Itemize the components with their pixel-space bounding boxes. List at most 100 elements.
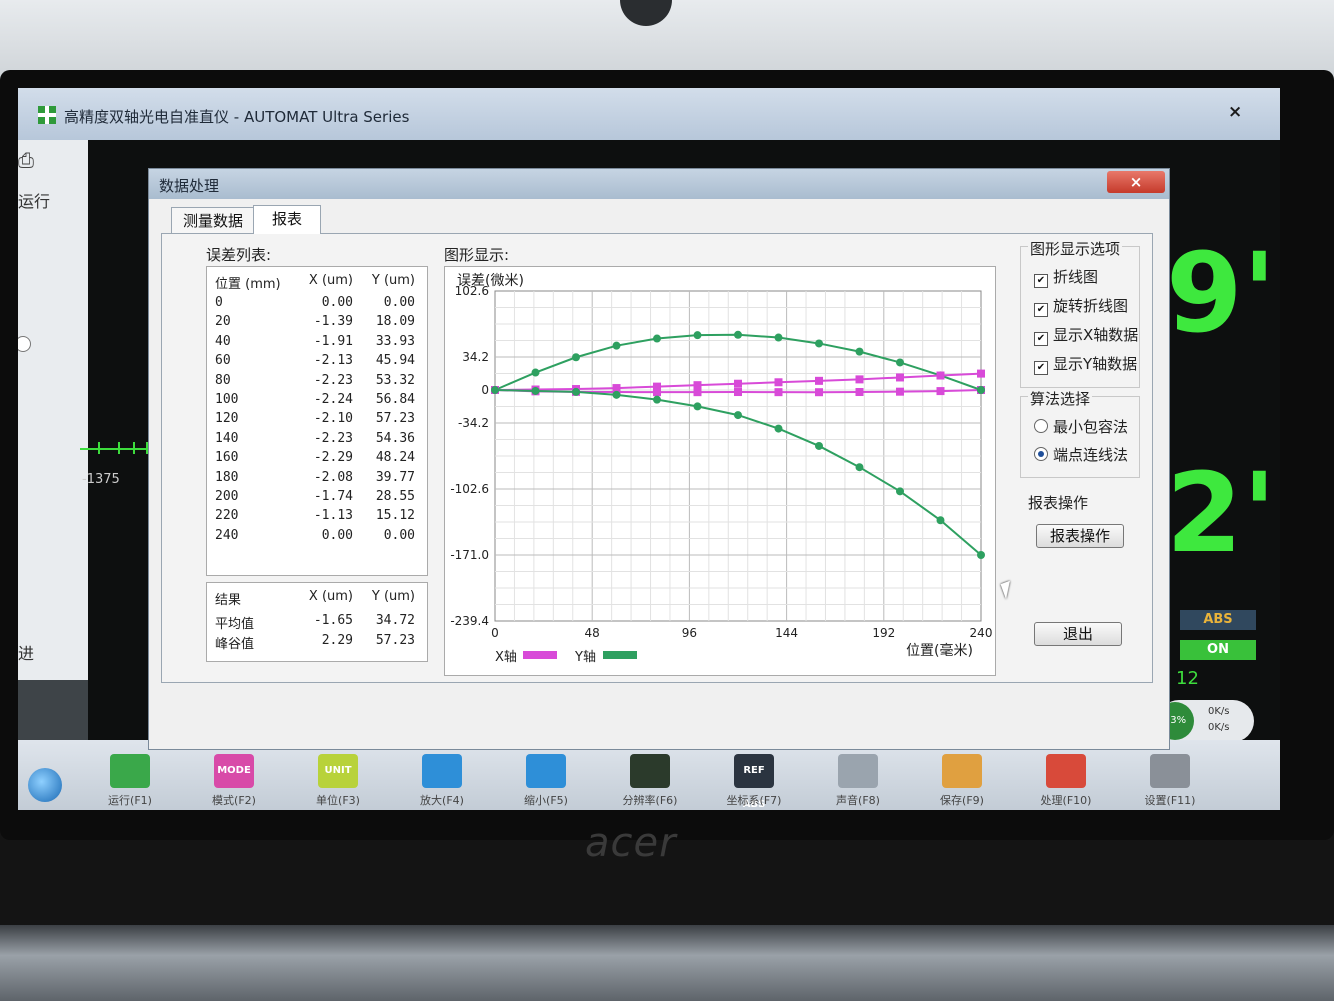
data-point bbox=[693, 381, 702, 390]
table-row[interactable]: 240 0.00 0.00 bbox=[207, 528, 427, 547]
taskbar-button[interactable]: 保存(F9) bbox=[912, 740, 1012, 810]
dialog-close-button[interactable]: × bbox=[1107, 171, 1165, 193]
radio-icon[interactable] bbox=[1034, 419, 1048, 433]
taskbar-button[interactable]: UNIT 单位(F3) bbox=[288, 740, 388, 810]
data-point bbox=[815, 388, 823, 397]
data-point bbox=[855, 347, 864, 356]
data-point bbox=[936, 387, 945, 396]
checkbox-icon[interactable]: ✔ bbox=[1034, 332, 1048, 346]
run-label[interactable]: 运行 bbox=[18, 188, 50, 212]
taskbar-button[interactable]: 运行(F1) bbox=[80, 740, 180, 810]
option-checkbox[interactable]: ✔ 旋转折线图 bbox=[1034, 295, 1128, 317]
cell-x: -1.91 bbox=[313, 333, 353, 349]
table-row[interactable]: 80 -2.23 53.32 bbox=[207, 373, 427, 392]
on-badge[interactable]: ON bbox=[1180, 640, 1256, 660]
table-row[interactable]: 140 -2.23 54.36 bbox=[207, 431, 427, 450]
left-panel: ⎙ 运行 进 bbox=[18, 140, 88, 680]
cell-position: 140 bbox=[215, 430, 239, 446]
checkbox-icon[interactable]: ✔ bbox=[1034, 361, 1048, 375]
laptop-hinge bbox=[0, 925, 1334, 1001]
option-checkbox[interactable]: ✔ 折线图 bbox=[1034, 266, 1098, 288]
algorithm-radio[interactable]: 最小包容法 bbox=[1034, 416, 1128, 437]
taskbar-button[interactable]: 分辨率(F6) bbox=[600, 740, 700, 810]
report-button[interactable]: 报表操作 bbox=[1036, 524, 1124, 548]
taskbar-button[interactable]: MODE 模式(F2) bbox=[184, 740, 284, 810]
data-point bbox=[653, 334, 661, 343]
x-tick-label: 0 bbox=[491, 626, 499, 640]
taskbar-button[interactable]: 放大(F4) bbox=[392, 740, 492, 810]
table-row[interactable]: 180 -2.08 39.77 bbox=[207, 470, 427, 489]
taskbar-button[interactable]: REF ABS 坐标系(F7) bbox=[704, 740, 804, 810]
abs-badge[interactable]: ABS bbox=[1180, 610, 1256, 630]
radio-icon[interactable] bbox=[1034, 447, 1048, 461]
taskbar-label: 声音(F8) bbox=[836, 794, 880, 807]
ruler-tick bbox=[133, 442, 135, 454]
table-row[interactable]: 200 -1.74 28.55 bbox=[207, 489, 427, 508]
cell-position: 80 bbox=[215, 372, 231, 388]
y-axis-label: 误差(微米) bbox=[457, 273, 524, 289]
start-button[interactable] bbox=[28, 768, 62, 802]
network-up: 0K/s bbox=[1208, 706, 1230, 717]
tab-report[interactable]: 报表 bbox=[253, 205, 321, 234]
readout-digit-lower: 2' bbox=[1166, 449, 1277, 577]
data-point bbox=[531, 368, 540, 377]
table-row[interactable]: 20 -1.39 18.09 bbox=[207, 314, 427, 333]
option-checkbox[interactable]: ✔ 显示Y轴数据 bbox=[1034, 353, 1137, 375]
algorithm-radio[interactable]: 端点连线法 bbox=[1034, 444, 1128, 465]
table-row[interactable]: 160 -2.29 48.24 bbox=[207, 450, 427, 469]
data-point bbox=[693, 331, 702, 340]
x-axis-label: 位置(毫米) bbox=[906, 642, 973, 659]
table-row[interactable]: 100 -2.24 56.84 bbox=[207, 392, 427, 411]
cell-x: -2.23 bbox=[313, 430, 353, 446]
report-ops-title: 报表操作 bbox=[1028, 494, 1089, 512]
readout-small-value: 12 bbox=[1176, 668, 1199, 689]
error-table: 位置 (mm) X (um) Y (um) 0 0.00 0.00 20 -1.39 18… bbox=[206, 266, 428, 576]
option-checkbox[interactable]: ✔ 显示X轴数据 bbox=[1034, 324, 1138, 346]
data-point bbox=[734, 411, 742, 420]
data-point bbox=[896, 373, 904, 382]
checkbox-icon[interactable]: ✔ bbox=[1034, 303, 1048, 317]
exit-button[interactable]: 退出 bbox=[1034, 622, 1122, 646]
table-row[interactable]: 40 -1.91 33.93 bbox=[207, 334, 427, 353]
error-list-label: 误差列表: bbox=[206, 246, 272, 264]
cell-position: 100 bbox=[215, 392, 239, 407]
data-point bbox=[936, 516, 945, 525]
cell-y: 0.00 bbox=[383, 295, 415, 310]
x-tick-label: 192 bbox=[872, 626, 895, 640]
cell-y: 57.23 bbox=[375, 411, 415, 427]
save-icon bbox=[942, 754, 982, 788]
checkbox-label: 旋转折线图 bbox=[1053, 297, 1129, 315]
table-row[interactable]: 120 -2.10 57.23 bbox=[207, 411, 427, 430]
tab-measure-data[interactable]: 测量数据 bbox=[171, 207, 255, 234]
unit-icon: UNIT bbox=[318, 754, 358, 788]
taskbar-button[interactable]: 声音(F8) bbox=[808, 740, 908, 810]
app-close-button[interactable]: × bbox=[1228, 102, 1242, 122]
table-row[interactable]: 0 0.00 0.00 bbox=[207, 295, 427, 314]
laptop-bezel-top bbox=[0, 0, 1334, 80]
checkbox-icon[interactable]: ✔ bbox=[1034, 274, 1048, 288]
laptop-brand-logo: acer bbox=[585, 820, 677, 866]
taskbar-button[interactable]: 处理(F10) bbox=[1016, 740, 1116, 810]
left-radio[interactable] bbox=[18, 336, 31, 352]
table-row[interactable]: 220 -1.13 15.12 bbox=[207, 508, 427, 527]
app-icon bbox=[38, 106, 56, 124]
print-icon[interactable]: ⎙ bbox=[18, 148, 34, 172]
arrow-right-icon bbox=[110, 754, 150, 788]
checkbox-label: 折线图 bbox=[1053, 268, 1099, 286]
sound-icon bbox=[838, 754, 878, 788]
table-header: 位置 (mm) X (um) Y (um) bbox=[207, 273, 427, 292]
cell-y: 15.12 bbox=[375, 508, 415, 524]
x-tick-label: 240 bbox=[970, 626, 993, 640]
table-row[interactable]: 60 -2.13 45.94 bbox=[207, 353, 427, 372]
cell-position: 20 bbox=[215, 314, 231, 330]
enter-label[interactable]: 进 bbox=[18, 640, 34, 664]
cell-y: 28.55 bbox=[375, 489, 415, 504]
taskbar-button[interactable]: 设置(F11) bbox=[1120, 740, 1220, 810]
taskbar-button[interactable]: 缩小(F5) bbox=[496, 740, 596, 810]
taskbar-label: 坐标系(F7) bbox=[726, 794, 782, 807]
data-point bbox=[774, 388, 783, 397]
taskbar-label: 保存(F9) bbox=[940, 794, 984, 807]
data-point bbox=[896, 487, 904, 496]
taskbar-label: 设置(F11) bbox=[1144, 794, 1196, 807]
cell-position: 180 bbox=[215, 469, 239, 485]
